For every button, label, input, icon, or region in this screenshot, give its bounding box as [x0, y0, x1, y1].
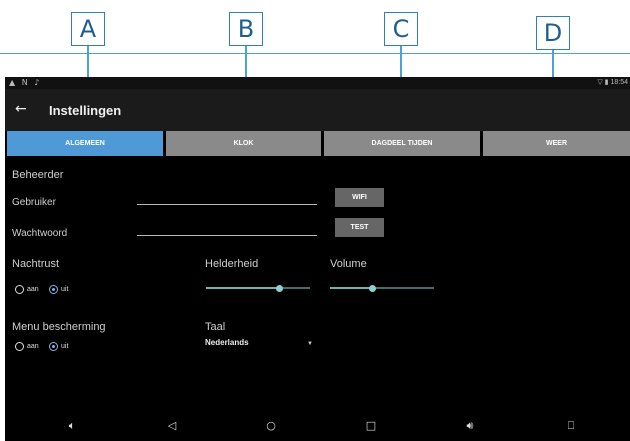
volume-label: Volume	[330, 258, 367, 270]
nachtrust-label: Nachtrust	[12, 258, 60, 270]
helderheid-slider-thumb[interactable]	[276, 285, 283, 292]
status-bar: ▲ N ♪ ▽ ▮ 18:54	[5, 77, 630, 89]
home-circle-icon[interactable]: ○	[264, 419, 278, 433]
taal-label: Taal	[205, 321, 226, 333]
menu-aan-label: aan	[27, 343, 39, 350]
menu-aan-radio[interactable]	[15, 342, 24, 351]
camera-icon[interactable]: ⎕	[561, 419, 581, 433]
system-nav-bar: 🔈︎ ◁ ○ □ 🔊︎ ⎕	[5, 411, 630, 441]
test-button[interactable]: TEST	[335, 218, 384, 237]
tab-dagdeel-tijden[interactable]: DAGDEEL TIJDEN	[324, 131, 480, 156]
helderheid-slider-fill	[206, 287, 279, 289]
app-bar: ← Instellingen	[5, 89, 630, 131]
gebruiker-label: Gebruiker	[12, 197, 56, 208]
callout-b: B	[229, 12, 263, 46]
wifi-button[interactable]: WIFI	[335, 188, 384, 207]
page-title: Instellingen	[49, 103, 122, 118]
wachtwoord-field[interactable]	[137, 235, 317, 236]
nachtrust-uit-label: uit	[61, 286, 69, 293]
tab-klok[interactable]: KLOK	[166, 131, 321, 156]
menu-uit-label: uit	[61, 343, 69, 350]
chevron-down-icon[interactable]: ▼	[307, 341, 313, 347]
status-clock: ▽ ▮ 18:54	[597, 79, 628, 86]
speaker-low-icon[interactable]: 🔈︎	[65, 419, 79, 433]
menu-bescherming-label: Menu bescherming	[12, 321, 106, 333]
menu-uit-radio[interactable]	[49, 342, 58, 351]
speaker-high-icon[interactable]: 🔊︎	[463, 419, 477, 433]
device-screen: ▲ N ♪ ▽ ▮ 18:54 ← Instellingen ALGEMEEN …	[5, 77, 630, 441]
callout-c: C	[384, 12, 418, 46]
taal-select[interactable]: Nederlands	[205, 338, 249, 347]
volume-slider-fill	[330, 287, 372, 289]
helderheid-label: Helderheid	[205, 258, 259, 270]
back-triangle-icon[interactable]: ◁	[165, 419, 179, 433]
tab-algemeen[interactable]: ALGEMEEN	[7, 131, 163, 156]
wachtwoord-label: Wachtwoord	[12, 228, 68, 239]
callout-a: A	[71, 12, 105, 46]
callout-divider-line	[0, 53, 630, 54]
callout-d: D	[536, 16, 570, 50]
nachtrust-aan-radio[interactable]	[15, 285, 24, 294]
nachtrust-uit-radio[interactable]	[49, 285, 58, 294]
gebruiker-field[interactable]	[137, 204, 317, 205]
recents-square-icon[interactable]: □	[364, 419, 378, 433]
status-notification-icons: ▲ N ♪	[9, 78, 42, 87]
tab-bar: ALGEMEEN KLOK DAGDEEL TIJDEN WEER	[5, 131, 630, 157]
nachtrust-aan-label: aan	[27, 286, 39, 293]
beheerder-heading: Beheerder	[12, 169, 64, 181]
tab-weer[interactable]: WEER	[483, 131, 630, 156]
arrow-left-icon[interactable]: ←	[15, 101, 27, 117]
volume-slider-thumb[interactable]	[369, 285, 376, 292]
